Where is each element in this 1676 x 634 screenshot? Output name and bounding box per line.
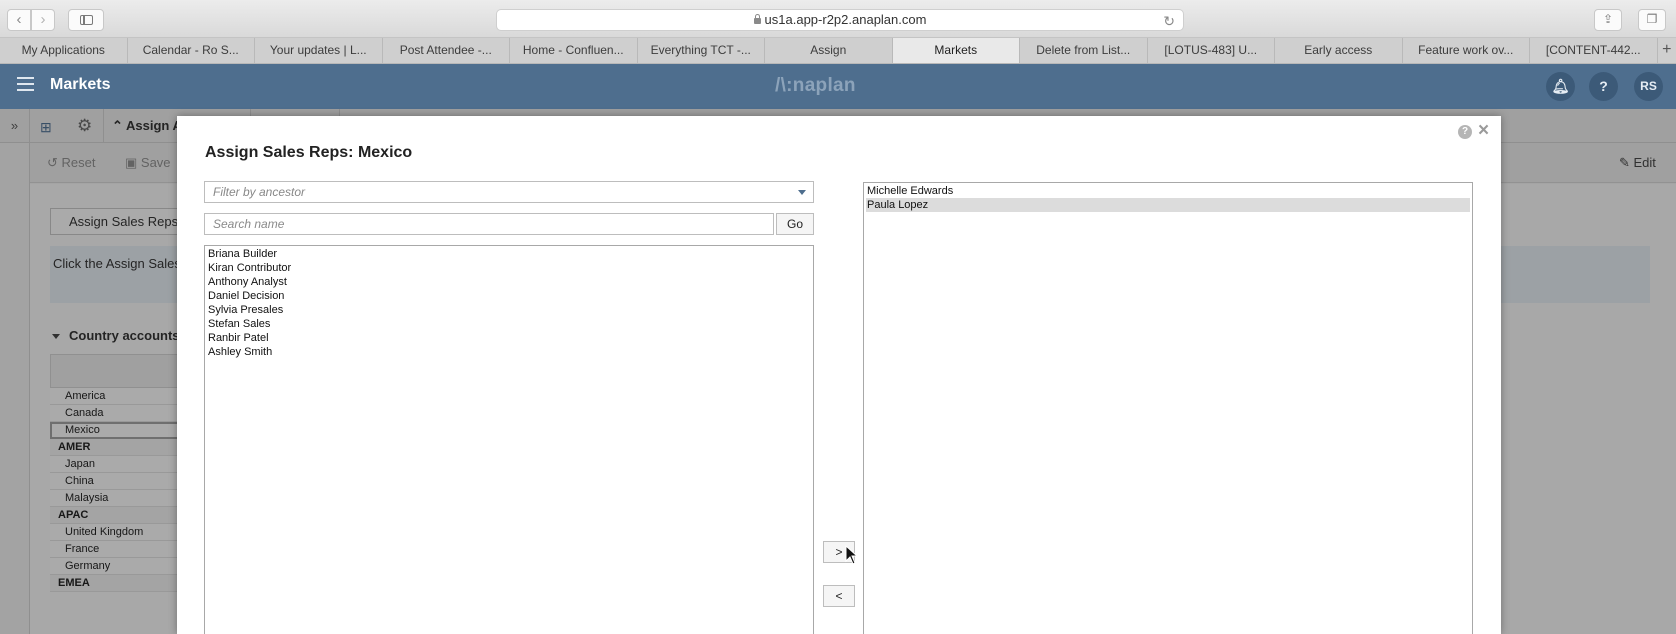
search-name-input[interactable] [204, 213, 774, 235]
help-icon[interactable]: ? [1458, 125, 1472, 139]
remove-selected-button[interactable]: < [823, 585, 855, 607]
browser-tab[interactable]: Delete from List... [1020, 38, 1148, 63]
menu-icon[interactable] [17, 77, 34, 91]
browser-tab[interactable]: Early access [1275, 38, 1403, 63]
browser-toolbar: ‹ › us1a.app-r2p2.anaplan.com ↻ ⇪ ❐ [0, 0, 1676, 38]
list-item[interactable]: Ranbir Patel [207, 331, 811, 345]
browser-tab[interactable]: [CONTENT-442... [1530, 38, 1658, 63]
list-item[interactable]: Ashley Smith [207, 345, 811, 359]
browser-tab[interactable]: Markets [892, 38, 1020, 63]
reload-icon[interactable]: ↻ [1163, 11, 1175, 31]
browser-tab[interactable]: Calendar - Ro S... [128, 38, 255, 63]
avatar[interactable]: RS [1634, 72, 1663, 101]
list-item[interactable]: Stefan Sales [207, 317, 811, 331]
available-reps-list[interactable]: Briana Builder Kiran Contributor Anthony A… [204, 245, 814, 634]
new-tab-icon[interactable]: + [1658, 38, 1676, 63]
sidebar-toggle-icon[interactable] [68, 9, 104, 31]
assigned-reps-list[interactable]: Michelle Edwards Paula Lopez [863, 182, 1473, 634]
lock-icon [753, 14, 761, 24]
app-header: Markets /\:naplan 🔔︎ ? RS [0, 64, 1676, 109]
chevron-down-icon [798, 190, 806, 195]
forward-icon[interactable]: › [31, 9, 55, 31]
browser-tab[interactable]: [LOTUS-483] U... [1148, 38, 1275, 63]
list-item[interactable]: Daniel Decision [207, 289, 811, 303]
address-bar[interactable]: us1a.app-r2p2.anaplan.com ↻ [496, 9, 1184, 31]
app-title: Markets [50, 76, 111, 93]
tab-overview-icon[interactable]: ❐ [1638, 9, 1666, 31]
dialog-title: Assign Sales Reps: Mexico [205, 144, 413, 161]
filter-by-ancestor-dropdown[interactable]: Filter by ancestor [204, 181, 814, 203]
browser-tab[interactable]: Post Attendee -... [383, 38, 510, 63]
filter-placeholder: Filter by ancestor [213, 185, 306, 199]
help-icon[interactable]: ? [1589, 72, 1618, 101]
list-item[interactable]: Briana Builder [207, 247, 811, 261]
browser-tab[interactable]: My Applications [0, 38, 128, 63]
tab-strip: My Applications Calendar - Ro S... Your up… [0, 38, 1676, 64]
back-icon[interactable]: ‹ [7, 9, 31, 31]
anaplan-logo: /\:naplan [775, 75, 856, 96]
list-item[interactable]: Paula Lopez [866, 198, 1470, 212]
list-item[interactable]: Michelle Edwards [866, 184, 1470, 198]
url-text: us1a.app-r2p2.anaplan.com [764, 12, 927, 27]
list-item[interactable]: Sylvia Presales [207, 303, 811, 317]
browser-tab[interactable]: Home - Confluen... [510, 38, 638, 63]
share-icon[interactable]: ⇪ [1594, 9, 1622, 31]
go-button[interactable]: Go [776, 213, 814, 235]
list-item[interactable]: Kiran Contributor [207, 261, 811, 275]
browser-tab[interactable]: Assign [765, 38, 893, 63]
browser-tab[interactable]: Your updates | L... [255, 38, 383, 63]
list-item[interactable]: Anthony Analyst [207, 275, 811, 289]
notifications-bell-icon[interactable]: 🔔︎ [1546, 72, 1575, 101]
assign-dialog: ? × Assign Sales Reps: Mexico Filter by … [177, 116, 1501, 634]
browser-tab[interactable]: Feature work ov... [1403, 38, 1530, 63]
browser-tab[interactable]: Everything TCT -... [638, 38, 765, 63]
close-icon[interactable]: × [1478, 120, 1489, 142]
